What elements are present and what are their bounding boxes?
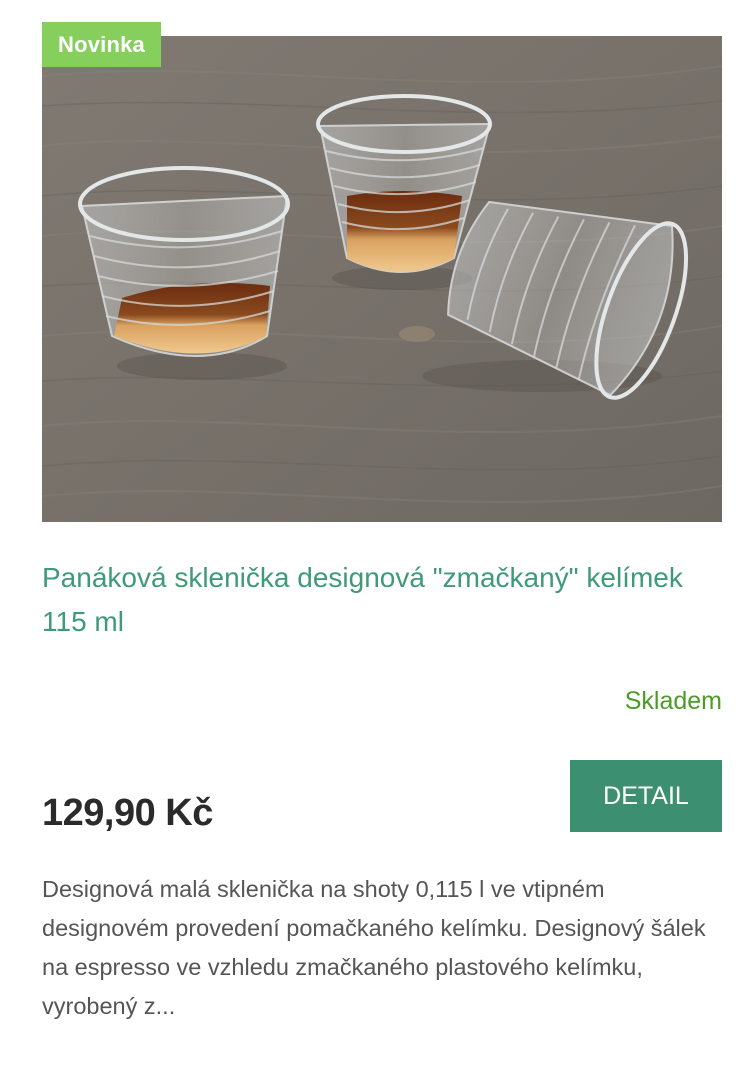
product-description: Designová malá sklenička na shoty 0,115 … bbox=[42, 876, 706, 1019]
product-title-link[interactable]: Panáková sklenička designová "zmačkaný" … bbox=[42, 556, 702, 644]
availability-status: Skladem bbox=[624, 687, 722, 715]
new-badge: Novinka bbox=[42, 22, 161, 67]
product-photo bbox=[42, 36, 722, 522]
detail-button[interactable]: DETAIL bbox=[570, 760, 722, 832]
product-price: 129,90 Kč bbox=[42, 792, 213, 834]
product-card: Novinka Panáková sklenička designová "zm… bbox=[0, 0, 742, 1066]
product-image[interactable] bbox=[42, 36, 722, 522]
